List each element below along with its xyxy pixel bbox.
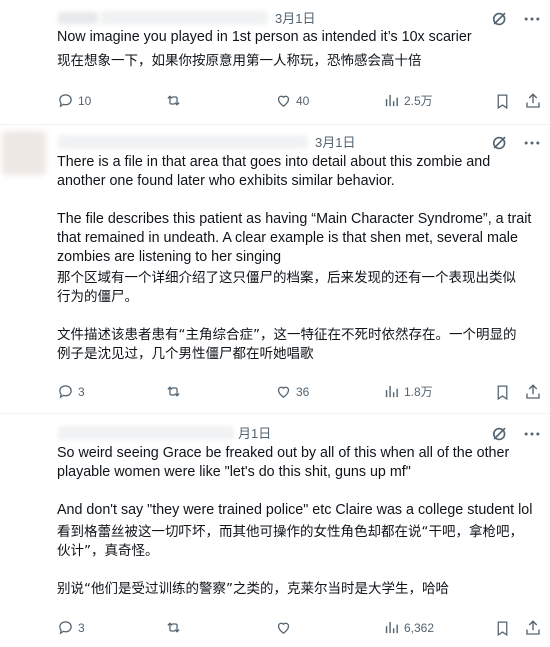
grok-icon[interactable] [490, 9, 510, 29]
like-count: 36 [296, 384, 310, 399]
reply-count: 3 [78, 384, 85, 399]
tweet-text: There is a file in that area that goes i… [57, 153, 537, 364]
more-icon[interactable] [522, 424, 542, 444]
text-line: 那个区域有一个详细介绍了这只僵尸的档案，后来发现的还有一个表现出类似 [57, 270, 516, 286]
views-button[interactable]: 6,362 [383, 619, 434, 636]
reply-icon [59, 94, 72, 108]
views-icon [385, 621, 398, 634]
text-line: 别说“他们是受过训练的警察”之类的，克莱尔当时是大学生，哈哈 [57, 581, 449, 597]
tweet-text: Now imagine you played in 1st person as … [57, 28, 537, 71]
text-line: another one found later who exhibits sim… [57, 173, 395, 189]
views-count: 2.5万 [404, 94, 433, 108]
share-icon[interactable] [524, 92, 542, 110]
text-line: 看到格蕾丝被这一切吓坏，而其他可操作的女性角色却都在说“干吧，拿枪吧， [57, 524, 523, 540]
reply-button[interactable]: 3 [57, 619, 85, 636]
more-icon[interactable] [522, 9, 542, 29]
text-line [57, 307, 537, 326]
grok-icon[interactable] [490, 133, 510, 153]
tweet-date[interactable]: 月1日 [238, 425, 271, 443]
bookmark-icon[interactable] [494, 93, 511, 110]
text-line: There is a file in that area that goes i… [57, 154, 491, 170]
views-count: 6,362 [404, 620, 435, 635]
reply-icon [59, 621, 72, 635]
views-count: 1.8万 [404, 385, 433, 399]
tweet-actions: 3 6,362 [57, 619, 540, 639]
reply-button[interactable]: 3 [57, 383, 85, 400]
retweet-button[interactable] [165, 619, 186, 636]
text-line: 例子是沈见过，几个男性僵尸都在听她唱歌 [57, 346, 314, 362]
grok-icon[interactable] [490, 424, 510, 444]
author-handle-redacted [100, 11, 268, 25]
text-line: zombies are listening to her singing [57, 249, 282, 265]
like-button[interactable]: 40 [275, 92, 309, 109]
reply-count: 10 [78, 93, 92, 108]
like-button[interactable]: 36 [275, 383, 309, 400]
author-name-redacted [58, 12, 98, 24]
reply-icon [59, 385, 72, 399]
bookmark-icon[interactable] [494, 620, 511, 637]
tweet-date[interactable]: 3月1日 [275, 10, 315, 28]
text-line: 文件描述该患者患有“主角综合症”，这一特征在不死时依然存在。一个明显的 [57, 327, 517, 343]
text-line: playable women were like "let's do this … [57, 464, 411, 480]
tweet-3[interactable]: 月1日 So weird seeing Grace be freaked out… [0, 414, 550, 647]
views-icon [385, 94, 398, 107]
share-icon[interactable] [524, 383, 542, 401]
tweet-text: So weird seeing Grace be freaked out by … [57, 444, 537, 599]
like-icon [277, 622, 290, 634]
like-icon [277, 386, 290, 398]
retweet-button[interactable] [165, 383, 186, 400]
reply-count: 3 [78, 620, 85, 635]
text-line: So weird seeing Grace be freaked out by … [57, 445, 510, 461]
share-icon[interactable] [524, 619, 542, 637]
views-icon [385, 385, 398, 398]
text-line: 现在想象一下，如果你按原意用第一人称玩，恐怖感会高十倍 [57, 53, 422, 69]
reply-button[interactable]: 10 [57, 92, 91, 109]
retweet-icon [167, 95, 180, 106]
text-line [57, 482, 537, 501]
views-button[interactable]: 2.5万 [383, 92, 433, 109]
text-line: 行为的僵尸。 [57, 289, 138, 305]
tweet-2[interactable]: 3月1日 There is a file in that area that g… [0, 125, 550, 413]
text-line [57, 191, 537, 210]
like-count: 40 [296, 93, 310, 108]
text-line: The file describes this patient as havin… [57, 211, 532, 227]
retweet-button[interactable] [165, 92, 186, 109]
tweet-1[interactable]: 3月1日 Now imagine you played in 1st perso… [0, 0, 550, 124]
tweet-date[interactable]: 3月1日 [315, 134, 355, 152]
retweet-icon [167, 622, 180, 633]
bookmark-icon[interactable] [494, 384, 511, 401]
text-line: 伙计”，真奇怪。 [57, 543, 159, 559]
retweet-icon [167, 386, 180, 397]
more-icon[interactable] [522, 133, 542, 153]
text-line [57, 561, 537, 580]
author-name-redacted [58, 135, 308, 149]
text-line: Now imagine you played in 1st person as … [57, 29, 472, 45]
author-name-redacted [58, 426, 234, 440]
tweet-actions: 10 40 2.5万 [57, 92, 540, 112]
text-line: And don't say "they were trained police"… [57, 502, 533, 518]
like-button[interactable] [275, 619, 296, 636]
text-line: that remained in undeath. A clear exampl… [57, 230, 518, 246]
tweet-actions: 3 36 1.8万 [57, 383, 540, 403]
views-button[interactable]: 1.8万 [383, 383, 433, 400]
like-icon [277, 95, 290, 107]
